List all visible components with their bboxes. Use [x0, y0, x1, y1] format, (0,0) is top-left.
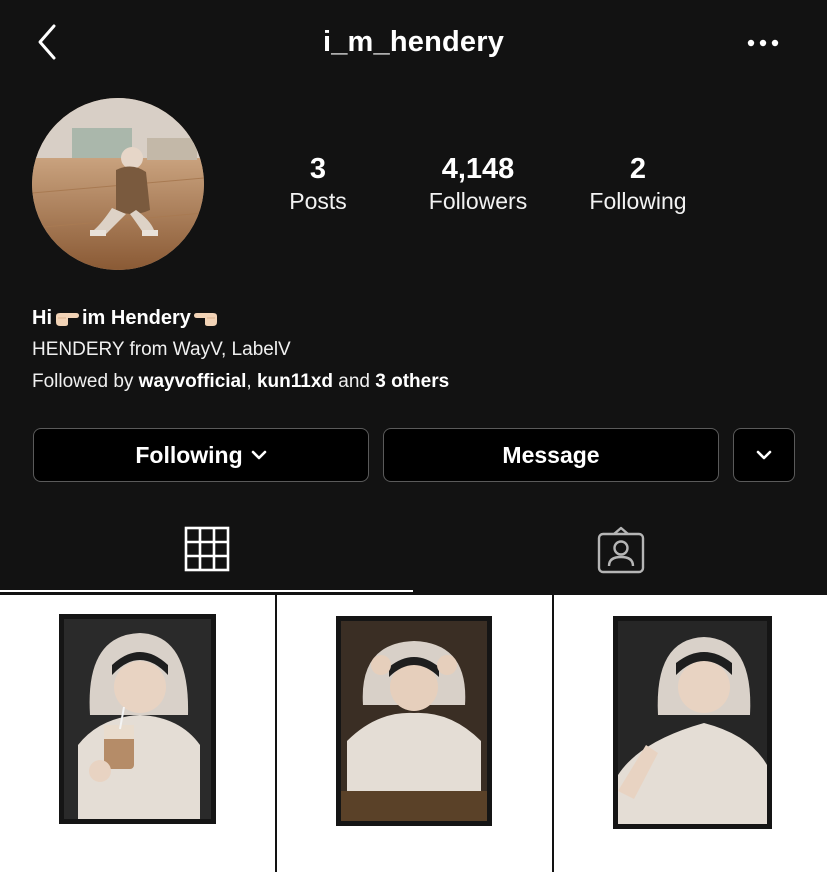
tagged-icon — [597, 526, 645, 574]
followed-by[interactable]: Followed by wayvofficial, kun11xd and 3 … — [32, 369, 792, 395]
profile-screen: i_m_hendery 3 Posts 4,148 Followers 2 Fo… — [0, 0, 827, 872]
pointing-left-hand-icon — [193, 312, 217, 326]
top-bar: i_m_hendery — [0, 0, 827, 88]
profile-stats: 3 Posts 4,148 Followers 2 Following — [248, 152, 728, 222]
more-options-button[interactable] — [742, 28, 786, 58]
bio-name: Hi im Hendery — [32, 305, 792, 333]
active-tab-indicator — [0, 590, 413, 592]
avatar-photo — [32, 98, 204, 270]
followed-by-user-2[interactable]: kun11xd — [257, 371, 333, 392]
grid-icon — [184, 526, 230, 572]
message-button-label: Message — [502, 441, 600, 468]
followed-by-user-1[interactable]: wayvofficial — [139, 371, 247, 392]
profile-bio: Hi im Hendery HENDERY from WayV, LabelV … — [32, 305, 792, 395]
following-count: 2 — [629, 153, 647, 185]
bio-description: HENDERY from WayV, LabelV — [32, 339, 291, 360]
post-photo — [554, 595, 827, 872]
posts-count: 3 — [309, 153, 327, 185]
post-photo — [0, 595, 275, 872]
pointing-right-hand-icon — [56, 312, 79, 326]
chevron-down-icon — [251, 450, 266, 460]
suggested-accounts-button[interactable] — [733, 428, 795, 482]
posts-stat[interactable]: 3 Posts — [266, 152, 370, 216]
bio-name-part1: Hi — [32, 307, 52, 329]
followers-stat[interactable]: 4,148 Followers — [412, 152, 544, 216]
followed-by-prefix: Followed by — [32, 371, 139, 392]
tab-posts-grid[interactable] — [0, 512, 413, 592]
post-photo — [277, 595, 552, 872]
profile-username: i_m_hendery — [322, 26, 505, 58]
following-label: Following — [589, 188, 687, 214]
profile-avatar[interactable] — [32, 98, 204, 270]
post-thumbnail[interactable] — [554, 595, 827, 872]
followed-by-and: and — [333, 371, 376, 392]
post-thumbnail[interactable] — [0, 595, 275, 872]
following-stat[interactable]: 2 Following — [576, 152, 700, 216]
followers-count: 4,148 — [441, 153, 515, 185]
post-thumbnail[interactable] — [277, 595, 552, 872]
posts-grid — [0, 593, 827, 872]
following-button-label: Following — [135, 441, 243, 468]
posts-label: Posts — [289, 188, 347, 214]
message-button[interactable]: Message — [383, 428, 719, 482]
bio-name-part2: im Hendery — [82, 307, 191, 329]
following-button[interactable]: Following — [33, 428, 369, 482]
chevron-down-icon — [756, 450, 772, 460]
tab-tagged[interactable] — [413, 512, 827, 592]
followers-label: Followers — [428, 188, 528, 214]
more-dots-icon — [747, 39, 779, 47]
followed-by-others[interactable]: 3 others — [375, 371, 449, 392]
followed-by-separator: , — [246, 371, 257, 392]
